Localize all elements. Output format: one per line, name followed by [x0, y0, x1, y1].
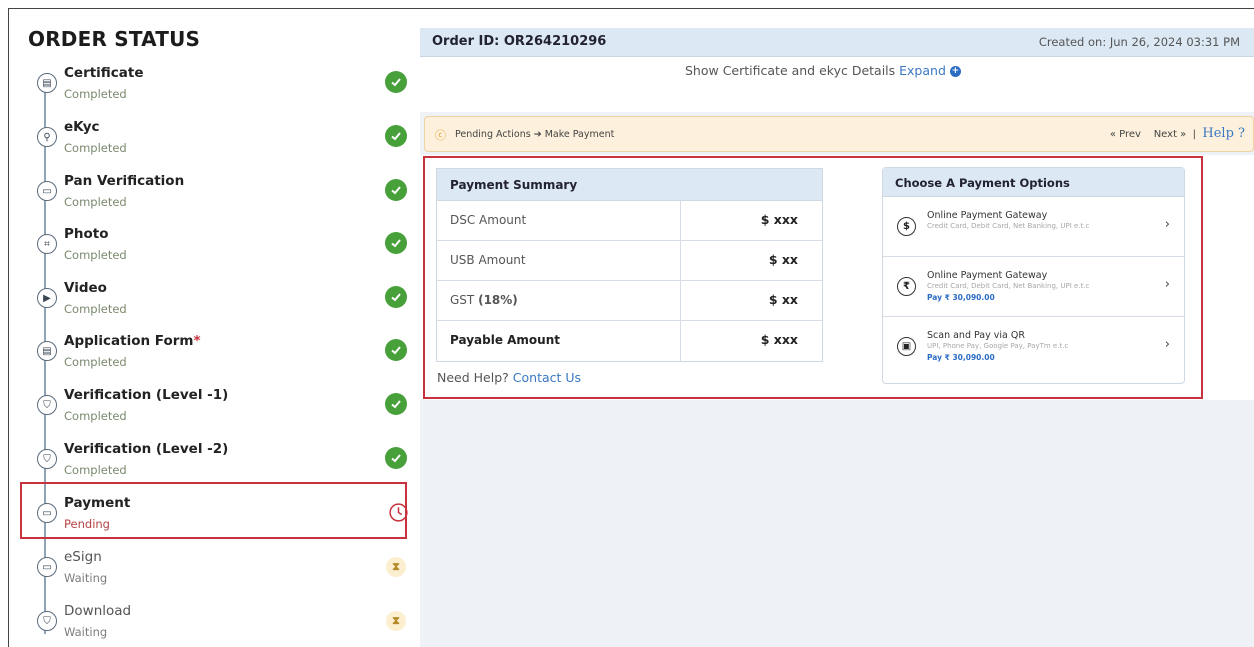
next-link[interactable]: Next » [1154, 129, 1187, 140]
pending-nav: « Prev Next » | Help ? [1110, 126, 1245, 141]
step-ekyc[interactable]: ⚲ eKyc Completed [26, 119, 411, 171]
step-application-form[interactable]: ▤ Application Form* Completed [26, 333, 411, 385]
order-header: Order ID: OR264210296 Created on: Jun 26… [420, 28, 1254, 57]
certificate-icon: ▤ [37, 73, 57, 93]
check-icon [385, 286, 407, 308]
check-icon [385, 393, 407, 415]
step-status: Completed [64, 141, 127, 155]
step-status: Completed [64, 248, 127, 262]
step-label: Verification (Level -2) [64, 441, 229, 457]
magnifier-icon: ⚲ [37, 127, 57, 147]
step-status: Completed [64, 302, 127, 316]
hourglass-icon: ⧗ [386, 611, 406, 631]
shield-icon: ⛉ [37, 611, 57, 631]
check-icon [385, 339, 407, 361]
pending-actions-text: Pending Actions ➔ Make Payment [455, 129, 615, 140]
step-label: Application Form* [64, 333, 201, 349]
step-label: Certificate [64, 65, 144, 81]
check-icon [385, 232, 407, 254]
step-pan-verification[interactable]: ▭ Pan Verification Completed [26, 173, 411, 225]
step-status: Waiting [64, 571, 108, 585]
nav-separator: | [1192, 129, 1197, 140]
certificate-details-label: Show Certificate and ekyc Details [685, 63, 896, 78]
created-date: Created on: Jun 26, 2024 03:31 PM [1038, 35, 1240, 49]
step-video[interactable]: ▶ Video Completed [26, 280, 411, 332]
shield-icon: ⛉ [37, 449, 57, 469]
step-label: Photo [64, 226, 109, 242]
step-label: eSign [64, 549, 102, 565]
prev-link[interactable]: « Prev [1110, 129, 1141, 140]
card-icon: ▭ [37, 181, 57, 201]
step-label: eKyc [64, 119, 100, 135]
certificate-details-row: Show Certificate and ekyc Details Expand… [420, 57, 1254, 112]
info-circle-icon: ⓒ [435, 129, 446, 142]
step-esign[interactable]: ▭ eSign Waiting ⧗ [26, 549, 411, 601]
check-icon [385, 179, 407, 201]
step-status: Completed [64, 463, 127, 477]
step-status: Waiting [64, 625, 108, 639]
help-link[interactable]: Help ? [1202, 126, 1245, 141]
shield-icon: ⛉ [37, 395, 57, 415]
step-status: Completed [64, 409, 127, 423]
check-icon [385, 125, 407, 147]
card-icon: ▭ [37, 557, 57, 577]
step-download[interactable]: ⛉ Download Waiting ⧗ [26, 603, 411, 647]
payment-section-highlight [423, 156, 1203, 399]
sidebar-title: ORDER STATUS [28, 27, 201, 51]
payment-step-highlight [20, 482, 407, 539]
required-mark: * [193, 333, 201, 349]
document-icon: ▤ [37, 341, 57, 361]
hourglass-icon: ⧗ [386, 557, 406, 577]
check-icon [385, 71, 407, 93]
step-verification-level-1[interactable]: ⛉ Verification (Level -1) Completed [26, 387, 411, 439]
order-id: Order ID: OR264210296 [432, 34, 607, 49]
pending-actions-bar: ⓒ Pending Actions ➔ Make Payment « Prev … [424, 116, 1254, 152]
step-photo[interactable]: ⌗ Photo Completed [26, 226, 411, 278]
step-label: Pan Verification [64, 173, 185, 189]
check-icon [385, 447, 407, 469]
step-certificate[interactable]: ▤ Certificate Completed [26, 65, 411, 117]
plus-circle-icon[interactable]: + [949, 66, 961, 77]
video-icon: ▶ [37, 288, 57, 308]
face-scan-icon: ⌗ [37, 234, 57, 254]
step-label-text: Application Form [64, 333, 194, 349]
expand-link[interactable]: Expand [899, 63, 946, 78]
step-label: Video [64, 280, 107, 296]
step-label: Download [64, 603, 132, 619]
step-label: Verification (Level -1) [64, 387, 229, 403]
step-status: Completed [64, 355, 127, 369]
step-status: Completed [64, 87, 127, 101]
order-status-sidebar: ORDER STATUS ▤ Certificate Completed ⚲ e… [9, 9, 411, 647]
certificate-details-text: Show Certificate and ekyc Details Expand… [685, 63, 961, 78]
step-status: Completed [64, 195, 127, 209]
